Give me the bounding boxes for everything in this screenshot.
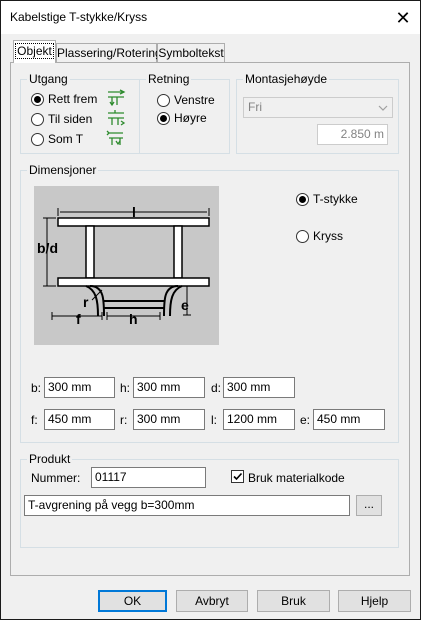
help-button[interactable]: Hjelp [338, 590, 411, 612]
produkt-label: Produkt [27, 452, 73, 466]
diagram-label-r: r [83, 294, 89, 310]
montasjehoyde-combo[interactable]: Fri [243, 97, 393, 118]
tee-exit-icon [106, 130, 123, 146]
dim-d-field[interactable]: 300 mm [223, 377, 295, 398]
dim-h-label: h: [120, 381, 131, 395]
tee-dimension-diagram [34, 186, 219, 345]
tab-panel-objekt: Utgang Rett frem Til siden Som T Retning… [10, 62, 410, 576]
utgang-rett-frem-label: Rett frem [48, 92, 98, 106]
dim-l-label: l: [211, 413, 217, 427]
type-kryss-label: Kryss [313, 229, 343, 243]
straight-through-icon [108, 89, 126, 107]
dim-r-field[interactable]: 300 mm [133, 409, 205, 430]
tab-symboltekst[interactable]: Symboltekst [157, 43, 225, 62]
side-exit-icon [108, 110, 126, 126]
browse-button[interactable]: ... [356, 495, 382, 516]
dim-h-field[interactable]: 300 mm [133, 377, 205, 398]
retning-label: Retning [146, 72, 192, 86]
diagram-label-h: h [129, 311, 138, 327]
checkmark-icon [233, 472, 243, 481]
radio-circle [31, 92, 44, 106]
tab-objekt-label: Objekt [15, 43, 54, 59]
dim-f-field[interactable]: 450 mm [44, 409, 115, 430]
retning-hoyre-label: Høyre [174, 111, 207, 125]
radio-circle [31, 112, 44, 126]
utgang-til-siden-radio[interactable]: Til siden [31, 112, 92, 126]
montasjehoyde-label: Montasjehøyde [243, 72, 330, 86]
bruk-materialkode-checkbox[interactable] [231, 470, 244, 483]
dim-b-label: b: [31, 381, 42, 395]
utgang-som-t-label: Som T [48, 132, 84, 146]
chevron-down-icon [378, 105, 388, 111]
title-bar: Kabelstige T-stykke/Kryss ✕ [1, 1, 420, 34]
montasjehoyde-group: Montasjehøyde Fri 2.850 m [236, 72, 399, 154]
dialog-window: Kabelstige T-stykke/Kryss ✕ Objekt Plass… [0, 0, 421, 620]
type-kryss-radio[interactable]: Kryss [296, 229, 343, 243]
ok-button[interactable]: OK [98, 590, 167, 612]
radio-circle [296, 229, 309, 243]
window-title: Kabelstige T-stykke/Kryss [10, 10, 148, 24]
radio-circle [157, 93, 170, 107]
utgang-label: Utgang [27, 72, 70, 86]
diagram-label-e: e [181, 297, 189, 313]
retning-venstre-radio[interactable]: Venstre [157, 93, 215, 107]
utgang-som-t-radio[interactable]: Som T [31, 132, 83, 146]
montasjehoyde-height-field[interactable]: 2.850 m [317, 124, 388, 145]
dim-l-field[interactable]: 1200 mm [223, 409, 295, 430]
type-t-stykke-radio[interactable]: T-stykke [296, 192, 358, 206]
dim-d-label: d: [211, 381, 222, 395]
tab-plassering-rotering[interactable]: Plassering/Rotering [56, 43, 162, 62]
retning-hoyre-radio[interactable]: Høyre [157, 111, 207, 125]
radio-circle [157, 111, 170, 125]
diagram-label-f: f [76, 311, 81, 327]
radio-circle [296, 192, 309, 206]
diagram-label-b-d: b/d [37, 240, 58, 256]
nummer-field[interactable]: 01117 [91, 467, 206, 488]
retning-group: Retning Venstre Høyre [139, 72, 230, 154]
utgang-group: Utgang Rett frem Til siden Som T [20, 72, 140, 154]
dimensjoner-group: Dimensjoner l b/d r e f h T-stykke Kryss… [20, 163, 399, 443]
dim-e-label: e: [300, 413, 311, 427]
close-icon[interactable]: ✕ [387, 5, 419, 31]
cancel-button[interactable]: Avbryt [176, 590, 248, 612]
utgang-til-siden-label: Til siden [48, 112, 93, 126]
nummer-label: Nummer: [31, 471, 81, 485]
apply-button[interactable]: Bruk [257, 590, 330, 612]
dim-f-label: f: [31, 413, 38, 427]
type-t-stykke-label: T-stykke [313, 192, 358, 206]
dim-b-field[interactable]: 300 mm [44, 377, 115, 398]
montasjehoyde-combo-value: Fri [248, 100, 262, 114]
tab-objekt[interactable]: Objekt [13, 40, 56, 63]
dimensjoner-label: Dimensjoner [27, 163, 99, 177]
description-field[interactable]: T-avgrening på vegg b=300mm [24, 495, 350, 516]
utgang-rett-frem-radio[interactable]: Rett frem [31, 92, 97, 106]
bruk-materialkode-label: Bruk materialkode [248, 471, 345, 485]
diagram-label-l: l [132, 204, 136, 220]
produkt-group: Produkt Nummer: 01117 Bruk materialkode … [20, 452, 399, 548]
dim-r-label: r: [120, 413, 128, 427]
radio-circle [31, 132, 44, 146]
dim-e-field[interactable]: 450 mm [313, 409, 385, 430]
retning-venstre-label: Venstre [174, 93, 215, 107]
